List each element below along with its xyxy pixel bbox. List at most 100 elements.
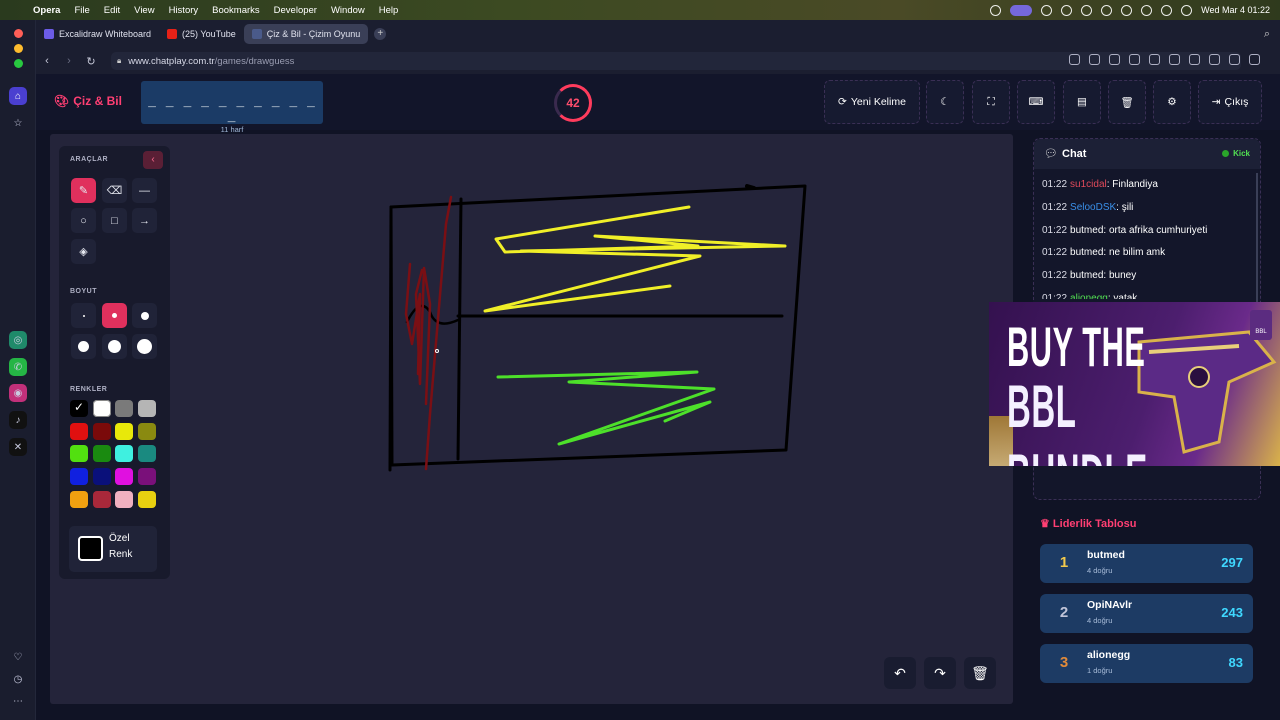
star-icon[interactable]: ☆ [9, 114, 27, 132]
menu-window[interactable]: Window [324, 5, 372, 16]
fullscreen-button[interactable]: ⛶ [972, 80, 1010, 124]
control-center-icon[interactable] [1181, 4, 1193, 16]
more-icon[interactable]: ⋯ [9, 692, 27, 710]
color-swatch[interactable] [115, 445, 133, 463]
tab-ciz-bil[interactable]: Çiz & Bil - Çizim Oyunu [243, 24, 369, 44]
menu-app-name[interactable]: Opera [26, 5, 67, 16]
menubar-clock[interactable]: Wed Mar 4 01:22 [1201, 5, 1270, 15]
color-swatch[interactable] [92, 400, 111, 417]
menu-bookmarks[interactable]: Bookmarks [205, 5, 267, 16]
color-swatch[interactable] [115, 490, 133, 508]
color-swatch[interactable]: ✓ [70, 400, 88, 417]
heart-icon[interactable]: ♡ [9, 648, 27, 666]
undo-button[interactable]: ↶ [884, 657, 916, 689]
status-icon[interactable] [1041, 4, 1053, 16]
edit-icon[interactable] [1069, 54, 1080, 65]
chatgpt-icon[interactable]: ◎ [9, 331, 27, 349]
rectangle-tool-button[interactable]: □ [102, 208, 127, 233]
whatsapp-icon[interactable]: ✆ [9, 358, 27, 376]
color-swatch[interactable] [115, 468, 133, 486]
size-4-button[interactable] [71, 334, 96, 359]
game-logo[interactable]: 🎨︎ Çiz & Bil [54, 94, 122, 108]
shield-icon[interactable] [1109, 54, 1120, 65]
drawing-canvas[interactable] [50, 134, 1013, 704]
new-tab-button[interactable]: + [374, 28, 387, 40]
menu-view[interactable]: View [127, 5, 161, 16]
dark-mode-button[interactable]: ☾ [926, 80, 964, 124]
color-swatch[interactable] [115, 422, 133, 440]
message-user[interactable]: alionegg [1070, 293, 1108, 299]
color-swatch[interactable] [115, 400, 133, 417]
message-user[interactable]: butmed [1070, 247, 1103, 258]
minimize-window-button[interactable] [14, 44, 23, 53]
zoom-window-button[interactable] [14, 59, 23, 68]
arrow-tool-button[interactable]: → [132, 208, 157, 233]
tab-search-icon[interactable]: ⌕ [1264, 28, 1270, 41]
color-swatch[interactable] [137, 468, 156, 486]
clear-canvas-button[interactable]: 🗑︎ [964, 657, 996, 689]
cube-icon[interactable] [1249, 54, 1260, 65]
color-swatch[interactable] [92, 445, 111, 463]
color-swatch[interactable] [137, 400, 156, 417]
play-status-icon[interactable] [1081, 4, 1093, 16]
camera-icon[interactable] [1089, 54, 1100, 65]
circle-tool-button[interactable]: ○ [71, 208, 96, 233]
color-swatch[interactable] [92, 490, 111, 508]
heart-icon[interactable] [1169, 54, 1180, 65]
exit-button[interactable]: ⇥ Çıkış [1198, 80, 1262, 124]
tiktok-icon[interactable]: ♪ [9, 411, 27, 429]
new-word-button[interactable]: ⟳ Yeni Kelime [824, 80, 920, 124]
menu-edit[interactable]: Edit [97, 5, 127, 16]
menu-file[interactable]: File [67, 5, 96, 16]
color-swatch[interactable] [70, 490, 88, 508]
screen-record-icon[interactable] [1010, 4, 1033, 16]
color-swatch[interactable] [70, 422, 88, 440]
message-user[interactable]: butmed [1070, 225, 1103, 236]
menu-history[interactable]: History [162, 5, 206, 16]
menu-developer[interactable]: Developer [267, 5, 324, 16]
status-icon[interactable] [990, 4, 1002, 16]
play-icon[interactable] [1149, 54, 1160, 65]
extensions-icon[interactable] [1129, 54, 1140, 65]
keyboard-button[interactable]: ⌨ [1017, 80, 1055, 124]
collapse-panel-button[interactable]: ‹ [143, 151, 163, 169]
download-icon[interactable] [1189, 54, 1200, 65]
menu-help[interactable]: Help [372, 5, 406, 16]
reload-icon[interactable]: ↻ [80, 55, 102, 68]
menu-icon[interactable] [1209, 54, 1220, 65]
fill-tool-button[interactable]: ◈ [71, 239, 96, 264]
color-swatch[interactable] [137, 490, 156, 508]
redo-button[interactable]: ↷ [924, 657, 956, 689]
message-user[interactable]: SelooDSK [1070, 202, 1116, 213]
eraser-tool-button[interactable]: ⌫ [102, 178, 127, 203]
color-swatch[interactable] [70, 445, 88, 463]
history-icon[interactable]: ◷ [9, 670, 27, 688]
chat-messages[interactable]: 01:22 su1cidal: Finlandiya 01:22 SelooDSK: … [1042, 179, 1254, 299]
battery-icon[interactable] [1121, 4, 1133, 16]
tab-youtube[interactable]: (25) YouTube [159, 24, 244, 44]
ad-banner[interactable]: BUY THE BBL BUNDLE BBL [989, 302, 1280, 466]
back-icon[interactable]: ‹ [36, 55, 58, 67]
home-icon[interactable]: ⌂ [9, 87, 27, 105]
message-user[interactable]: su1cidal [1070, 179, 1107, 190]
brush-tool-button[interactable]: ✎ [71, 178, 96, 203]
close-window-button[interactable] [14, 29, 23, 38]
size-5-button[interactable] [102, 334, 127, 359]
chat-scrollbar[interactable] [1256, 173, 1258, 303]
message-user[interactable]: butmed [1070, 270, 1103, 281]
color-swatch[interactable] [92, 422, 111, 440]
trash-button[interactable]: 🗑︎ [1108, 80, 1146, 124]
tab-excalidraw[interactable]: Excalidraw Whiteboard [36, 24, 159, 44]
x-icon[interactable]: ✕ [9, 438, 27, 456]
size-3-button[interactable] [132, 303, 157, 328]
color-swatch[interactable] [92, 468, 111, 486]
settings-button[interactable]: ⚙ [1153, 80, 1191, 124]
instagram-icon[interactable]: ◉ [9, 384, 27, 402]
size-1-button[interactable] [71, 303, 96, 328]
line-tool-button[interactable]: — [132, 178, 157, 203]
size-6-button[interactable] [132, 334, 157, 359]
color-swatch[interactable] [137, 445, 156, 463]
profile-icon[interactable] [1229, 54, 1240, 65]
wifi-icon[interactable] [1141, 4, 1153, 16]
custom-color-button[interactable]: Özel Renk [69, 526, 157, 572]
